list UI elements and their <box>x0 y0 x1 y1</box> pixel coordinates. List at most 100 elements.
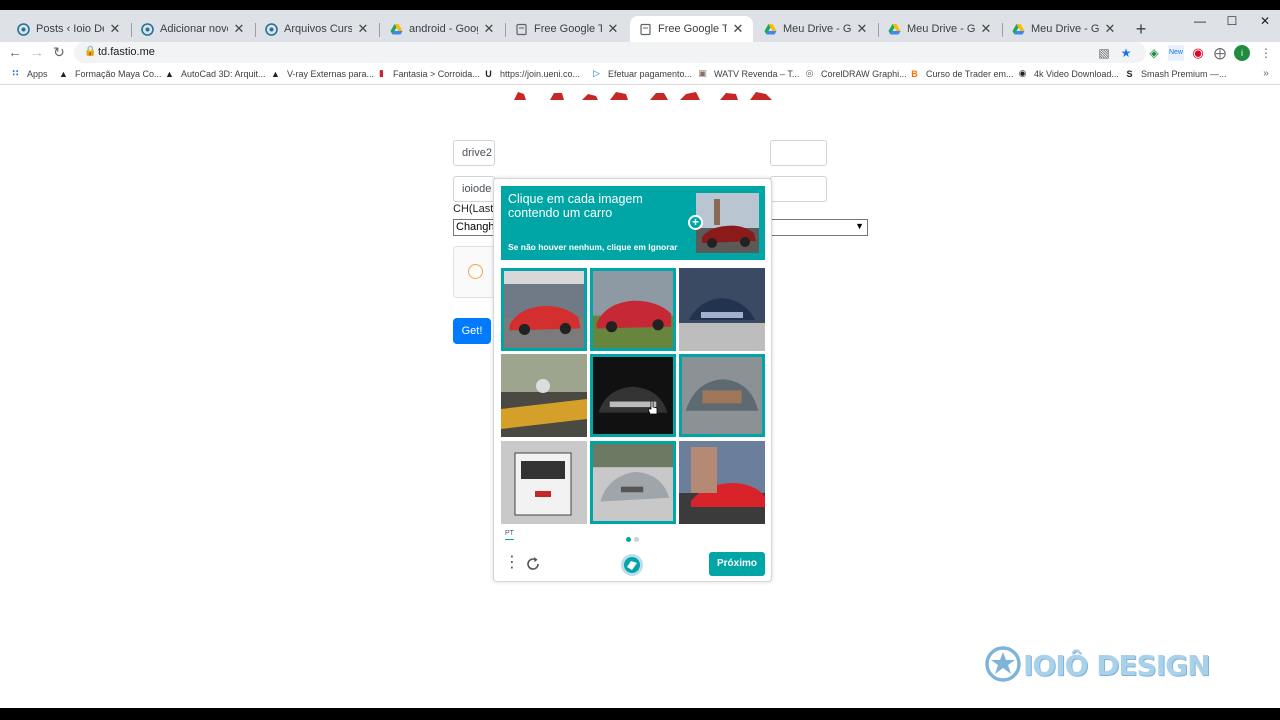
bookmark-item[interactable]: ∷ Apps <box>10 68 48 79</box>
browser-tab[interactable]: Adicionar novo post ✕ <box>132 16 254 42</box>
bookmark-item[interactable]: B Curso de Trader em... <box>909 68 1013 79</box>
menu-dots-icon[interactable]: ⋮ <box>504 555 520 571</box>
browser-tab[interactable]: Meu Drive - Google D ✕ <box>755 16 877 42</box>
captcha-image <box>679 441 765 524</box>
email-input[interactable]: ioiode <box>453 176 495 202</box>
bookmark-item[interactable]: ▮ Fantasia > Corroida... <box>376 68 480 79</box>
address-bar[interactable]: 🔒 td.fastio.me ▧ ★ <box>74 42 1146 63</box>
ch-select[interactable]: Changh <box>453 219 495 236</box>
profile-avatar[interactable]: i <box>1234 45 1250 61</box>
bookmark-label: Apps <box>27 68 48 79</box>
extensions-puzzle-icon[interactable]: ⨁ <box>1212 45 1228 61</box>
captcha-image-cell[interactable] <box>501 441 587 524</box>
close-tab-icon[interactable]: ✕ <box>855 21 869 37</box>
captcha-image-cell[interactable] <box>679 441 765 524</box>
bookmark-item[interactable]: S Smash Premium —... <box>1124 68 1227 79</box>
close-window-button[interactable]: ✕ <box>1250 14 1280 28</box>
ch-select-arrow[interactable]: ▼ <box>768 219 868 236</box>
challenge-hint: Se não houver nenhum, clique em Ignorar <box>508 242 678 252</box>
drive-name-input-right[interactable] <box>770 140 827 166</box>
browser-tab[interactable]: Free Google TeamDriv ✕ <box>506 16 628 42</box>
captcha-image-cell[interactable] <box>679 268 765 351</box>
email-input-right[interactable] <box>770 176 827 202</box>
back-icon[interactable]: ← <box>7 44 23 60</box>
bookmark-item[interactable]: ▣ WATV Revenda – T... <box>697 68 799 79</box>
close-tab-icon[interactable]: ✕ <box>979 21 993 37</box>
bookmark-item[interactable]: ◉ 4k Video Download... <box>1017 68 1119 79</box>
drive-name-input[interactable]: drive2 <box>453 140 495 166</box>
star-badge-icon <box>985 646 1021 682</box>
close-tab-icon[interactable]: ✕ <box>482 21 496 37</box>
bookmark-item[interactable]: ◎ CorelDRAW Graphi... <box>804 68 907 79</box>
browser-tab[interactable]: android - Google Driv ✕ <box>381 16 504 42</box>
bookmark-item[interactable]: ▲ AutoCad 3D: Arquit... <box>164 68 266 79</box>
close-tab-icon[interactable]: ✕ <box>1103 21 1117 37</box>
extension-leaf-icon[interactable]: ◈ <box>1146 45 1162 61</box>
google-drive-icon <box>887 22 901 36</box>
browser-tab[interactable]: Meu Drive - Google D ✕ <box>879 16 1001 42</box>
translate-icon[interactable]: ▧ <box>1096 45 1112 61</box>
new-tab-button[interactable]: + <box>1132 19 1150 40</box>
refresh-icon[interactable] <box>524 555 542 573</box>
ueni-icon: U <box>485 68 492 79</box>
browser-tab[interactable]: Arquivos Curso - Ioio ✕ <box>256 16 378 42</box>
bookmark-item[interactable]: ▷ Efetuar pagamento... <box>591 68 692 79</box>
bookmarks-overflow-icon[interactable]: » <box>1258 66 1274 82</box>
language-selector[interactable]: PT <box>505 530 514 540</box>
tab-title: Posts ‹ Ioio Design — <box>36 23 104 35</box>
challenge-prompt: Clique em cada imagem contendo um carro <box>508 192 643 220</box>
page-dot-active <box>626 537 631 542</box>
minimize-button[interactable]: — <box>1185 14 1215 28</box>
close-tab-icon[interactable]: ✕ <box>356 21 370 37</box>
captcha-image <box>593 271 673 348</box>
close-tab-icon[interactable]: ✕ <box>108 21 122 37</box>
bookmark-item[interactable]: ▲ Formação Maya Co... <box>58 68 162 79</box>
reload-icon[interactable]: ↻ <box>51 44 67 61</box>
maximize-button[interactable]: ☐ <box>1217 14 1247 28</box>
forward-icon[interactable]: → <box>29 44 45 60</box>
captcha-image-cell[interactable] <box>590 354 676 437</box>
graduation-cap-icon: ▲ <box>59 68 68 79</box>
watermark-text: IOIÔ DESIGN <box>1023 649 1211 682</box>
browser-tab[interactable]: Posts ‹ Ioio Design — ✕ <box>8 16 130 42</box>
tab-title: Free Google TeamDriv <box>534 23 602 35</box>
news-extension-icon[interactable]: New <box>1168 45 1184 61</box>
captcha-image-cell[interactable] <box>590 441 676 524</box>
captcha-image-cell[interactable] <box>501 268 587 351</box>
captcha-image-cell[interactable] <box>501 354 587 437</box>
get-button[interactable]: Get! <box>453 318 491 344</box>
pinterest-icon[interactable]: ◉ <box>1190 45 1206 61</box>
captcha-image-cell[interactable] <box>590 268 676 351</box>
bookmark-item[interactable]: ▲ V-ray Externas para... <box>270 68 374 79</box>
tab-title: Meu Drive - Google D <box>907 23 975 35</box>
bookmark-label: Efetuar pagamento... <box>608 68 693 79</box>
tab-title: Free Google TeamDriv <box>658 23 727 35</box>
chevron-down-icon: ▼ <box>855 221 864 231</box>
menu-kebab-icon[interactable]: ⋮ <box>1258 45 1274 61</box>
browser-tab[interactable]: Free Google TeamDriv ✕ <box>630 16 753 42</box>
tab-separator <box>379 23 380 37</box>
bookmark-item[interactable]: Uhttps://join.ueni.co... <box>483 68 580 79</box>
close-tab-icon[interactable]: ✕ <box>232 21 246 37</box>
blogger-icon: B <box>911 68 918 79</box>
apps-grid-icon: ∷ <box>12 68 19 78</box>
next-button[interactable]: Próximo <box>709 552 765 576</box>
close-tab-icon[interactable]: ✕ <box>606 21 620 37</box>
star-icon[interactable]: ★ <box>1118 45 1134 61</box>
close-tab-icon[interactable]: ✕ <box>731 21 745 37</box>
example-image <box>696 193 759 253</box>
wordpress-icon <box>140 22 154 36</box>
bookmark-label: Smash Premium —... <box>1141 68 1227 79</box>
url-text[interactable]: td.fastio.me <box>98 46 155 58</box>
captcha-image <box>501 441 587 524</box>
captcha-checkbox[interactable] <box>453 246 495 298</box>
spinner-icon <box>468 264 483 279</box>
bookmark-label: CorelDRAW Graphi... <box>821 68 907 79</box>
graduation-cap-icon: ▲ <box>165 68 174 79</box>
lock-icon[interactable]: 🔒 <box>84 46 96 57</box>
expand-plus-icon[interactable]: + <box>688 215 703 230</box>
globe-icon: ◉ <box>1018 68 1027 78</box>
tab-title: Meu Drive - Google D <box>783 23 851 35</box>
captcha-image-cell[interactable] <box>679 354 765 437</box>
browser-tab[interactable]: Meu Drive - Google D ✕ <box>1003 16 1125 42</box>
